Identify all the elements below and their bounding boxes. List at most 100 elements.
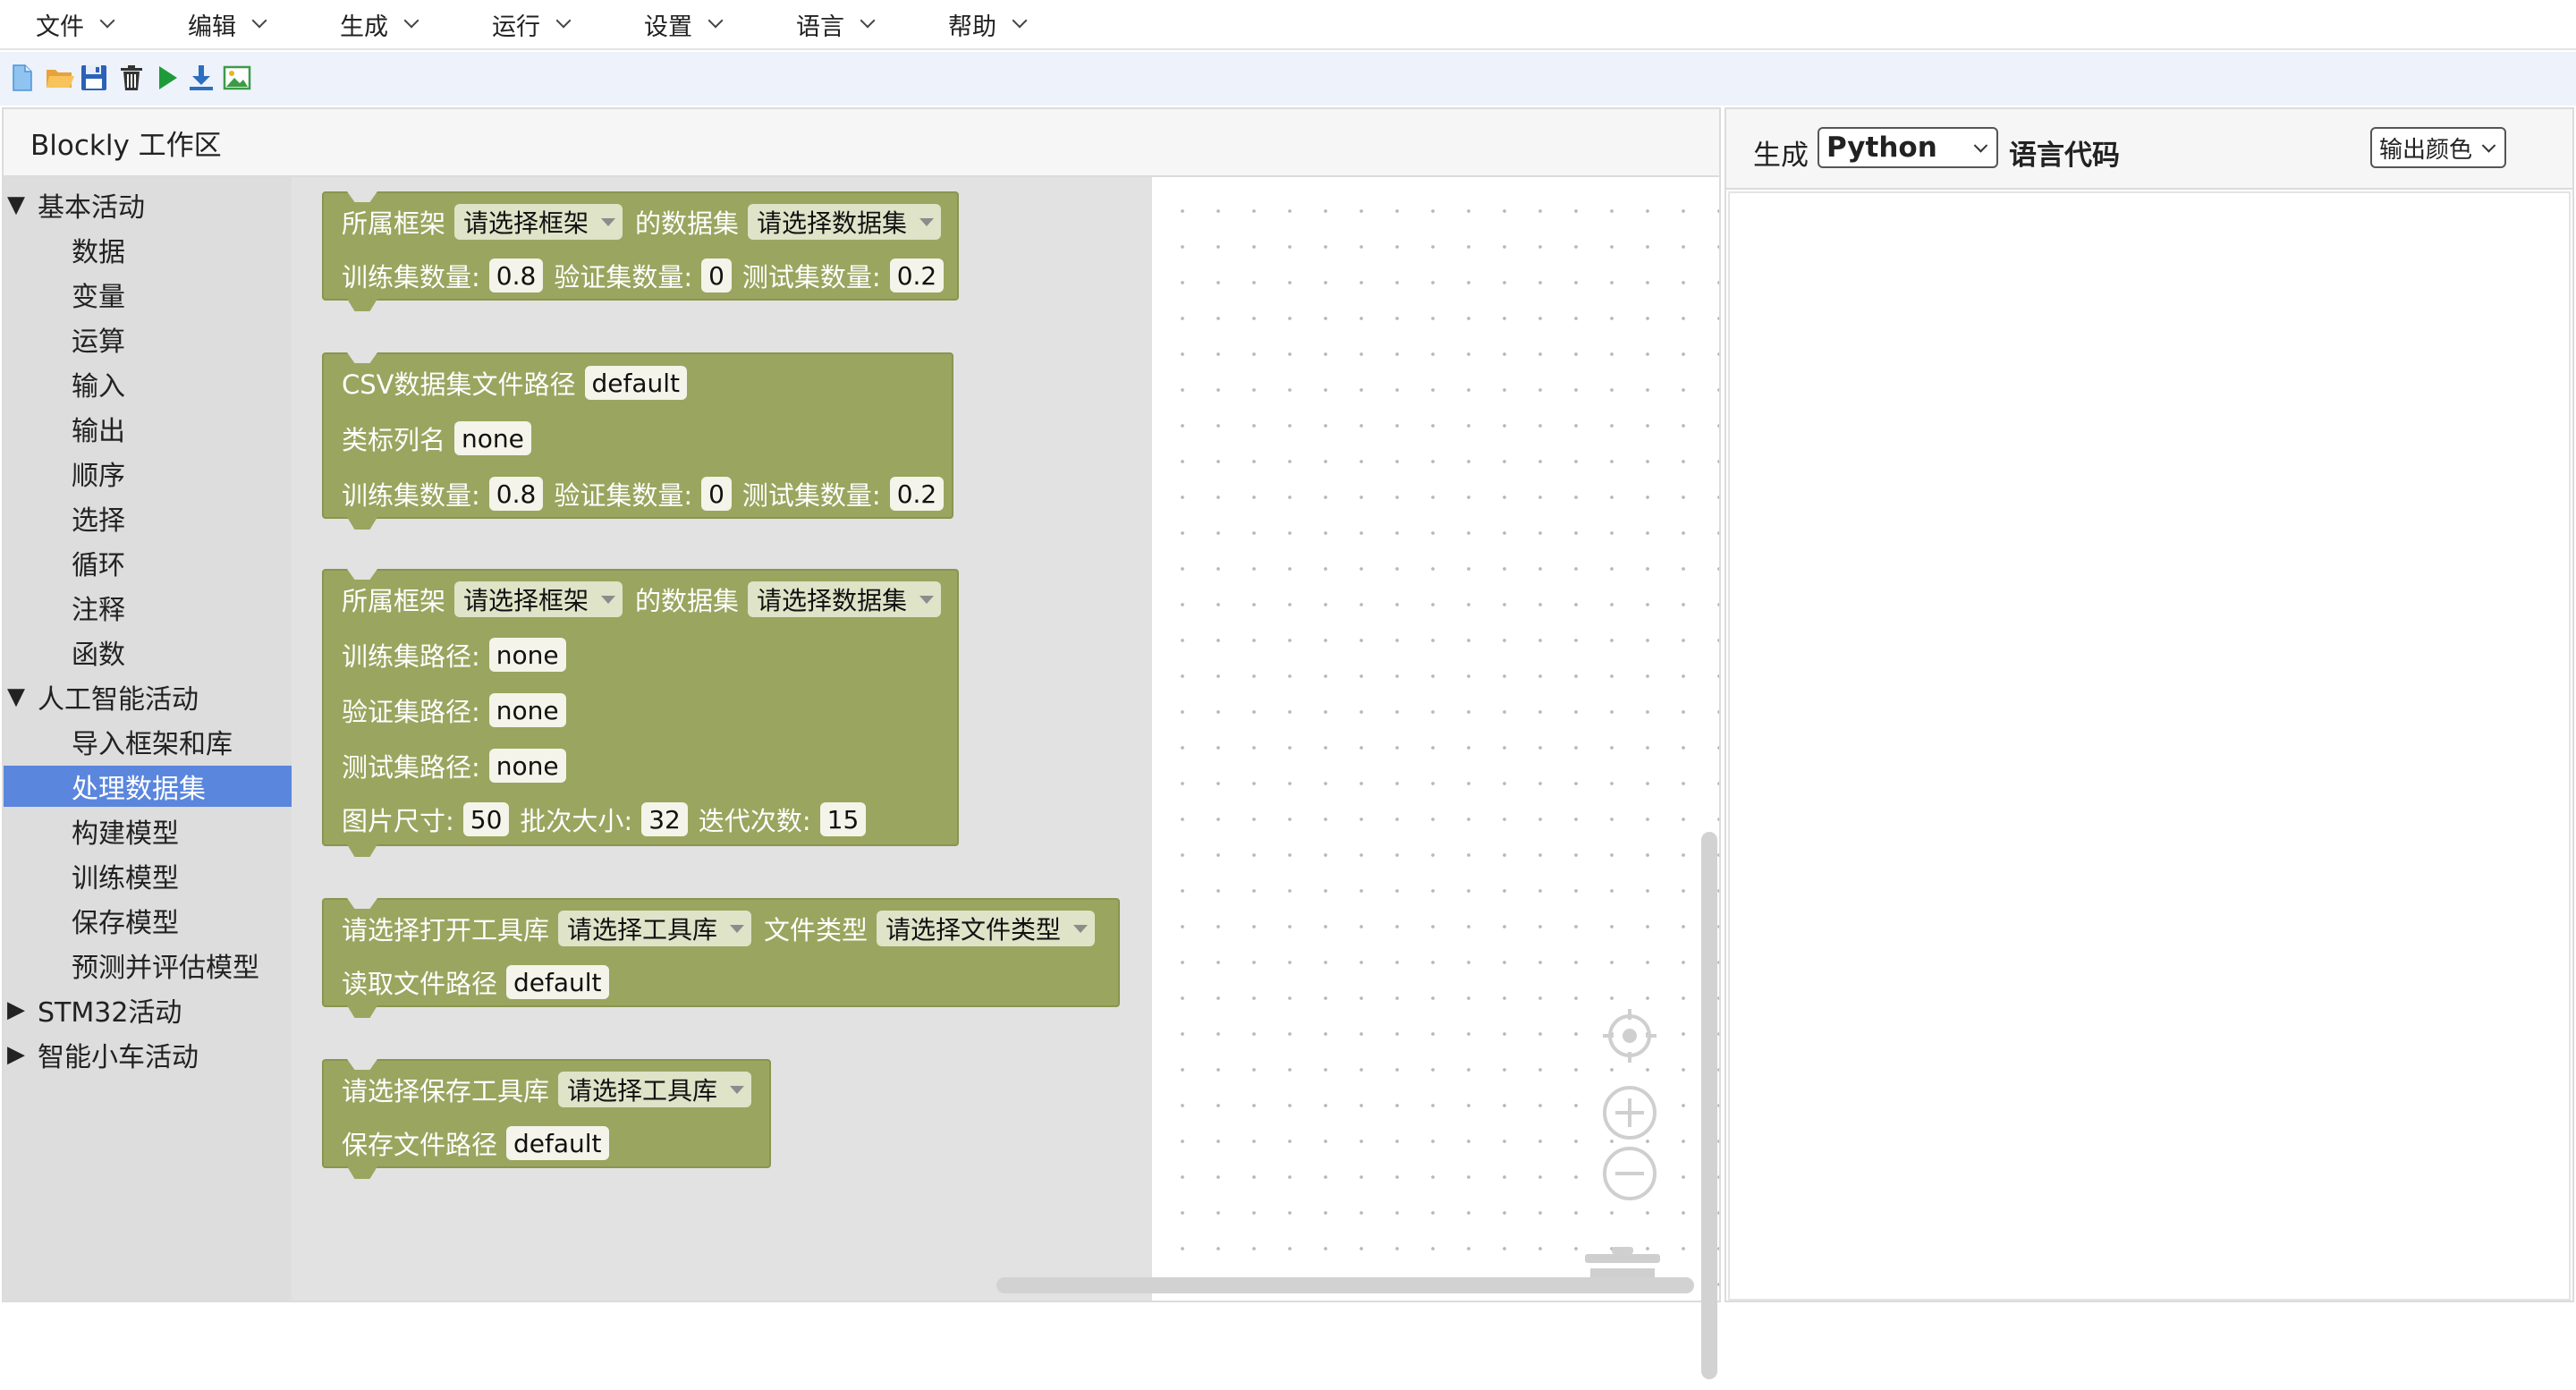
download-icon[interactable] <box>186 63 216 93</box>
block-label: 的数据集 <box>635 586 740 616</box>
test-ratio-field[interactable]: 0.2 <box>889 477 945 511</box>
framework-dropdown[interactable]: 请选择框架 <box>454 204 623 240</box>
dropdown-arrow-icon <box>601 217 616 226</box>
menu-help[interactable]: 帮助 <box>948 0 1028 48</box>
run-icon[interactable] <box>152 63 182 93</box>
block-row: 类标列名 none <box>342 419 542 458</box>
dataset-dropdown[interactable]: 请选择数据集 <box>748 581 942 617</box>
menu-label: 编辑 <box>188 13 236 41</box>
menu-generate[interactable]: 生成 <box>340 0 419 48</box>
open-folder-icon[interactable] <box>45 63 75 93</box>
block-label: 训练集路径: <box>342 641 480 672</box>
vertical-scrollbar[interactable] <box>1701 832 1717 1379</box>
block-label: 请选择打开工具库 <box>342 915 550 945</box>
export-image-icon[interactable] <box>222 63 252 93</box>
menu-language[interactable]: 语言 <box>796 0 876 48</box>
block-label: 测试集数量: <box>741 480 881 511</box>
save-path-field[interactable]: default <box>506 1126 609 1160</box>
category-variables[interactable]: 变量 <box>4 274 292 315</box>
category-input[interactable]: 输入 <box>4 363 292 404</box>
test-path-field[interactable]: none <box>488 749 566 783</box>
category-label: 输入 <box>72 371 125 403</box>
block-notch <box>347 1166 377 1179</box>
block-open-file[interactable]: 请选择打开工具库 请选择工具库 文件类型 请选择文件类型 读取文件路径 defa… <box>322 898 1120 1018</box>
block-label: 读取文件路径 <box>342 969 498 999</box>
toolbar <box>0 52 2576 106</box>
category-label: 输出 <box>72 416 125 447</box>
category-operations[interactable]: 运算 <box>4 318 292 360</box>
block-row: 所属框架 请选择框架 的数据集 请选择数据集 <box>342 202 953 242</box>
block-label: 验证集路径: <box>342 697 480 727</box>
category-save-model[interactable]: 保存模型 <box>4 900 292 941</box>
test-ratio-field[interactable]: 0.2 <box>889 259 945 292</box>
save-icon[interactable] <box>79 63 109 93</box>
category-process-dataset[interactable]: 处理数据集 <box>4 766 292 807</box>
block-flyout: 所属框架 请选择框架 的数据集 请选择数据集 训练集数量: 0.8 验证集数量:… <box>292 177 1152 1301</box>
category-label: 构建模型 <box>72 818 179 850</box>
horizontal-scrollbar[interactable] <box>996 1277 1694 1293</box>
language-select[interactable]: Python <box>1818 127 1998 168</box>
chevron-down-icon <box>99 13 115 29</box>
new-file-icon[interactable] <box>7 63 38 93</box>
category-selection[interactable]: 选择 <box>4 497 292 538</box>
open-library-dropdown[interactable]: 请选择工具库 <box>558 911 752 946</box>
category-function[interactable]: 函数 <box>4 631 292 673</box>
framework-dropdown[interactable]: 请选择框架 <box>454 581 623 617</box>
category-train-model[interactable]: 训练模型 <box>4 855 292 896</box>
delete-icon[interactable] <box>116 63 147 93</box>
category-predict-evaluate[interactable]: 预测并评估模型 <box>4 945 292 986</box>
category-basic[interactable]: ▼ 基本活动 <box>4 184 292 225</box>
generate-label: 生成 <box>1753 140 1809 172</box>
valid-ratio-field[interactable]: 0 <box>701 477 732 511</box>
block-save-file[interactable]: 请选择保存工具库 请选择工具库 保存文件路径 default <box>322 1059 771 1179</box>
category-data[interactable]: 数据 <box>4 229 292 270</box>
block-csv-dataset[interactable]: CSV数据集文件路径 default 类标列名 none 训练集数量: 0.8 … <box>322 352 953 530</box>
block-notch <box>347 517 377 530</box>
category-sequence[interactable]: 顺序 <box>4 453 292 494</box>
code-output-area[interactable] <box>1728 191 2571 1301</box>
category-output[interactable]: 输出 <box>4 408 292 449</box>
category-import-framework[interactable]: 导入框架和库 <box>4 721 292 762</box>
train-path-field[interactable]: none <box>488 638 566 672</box>
block-image-dataset[interactable]: 所属框架 请选择框架 的数据集 请选择数据集 训练集路径: none 验证集路径… <box>322 569 959 857</box>
zoom-in-icon[interactable] <box>1601 1084 1658 1141</box>
trash-icon[interactable] <box>1578 1136 1667 1288</box>
batch-size-field[interactable]: 32 <box>641 802 688 836</box>
image-size-field[interactable]: 50 <box>462 802 510 836</box>
block-row: 请选择保存工具库 请选择工具库 <box>342 1070 764 1109</box>
category-loop[interactable]: 循环 <box>4 542 292 583</box>
save-library-dropdown[interactable]: 请选择工具库 <box>558 1072 752 1107</box>
category-smart-car[interactable]: ▶ 智能小车活动 <box>4 1034 292 1075</box>
menu-run[interactable]: 运行 <box>492 0 572 48</box>
menu-settings[interactable]: 设置 <box>644 0 724 48</box>
panel-title: Blockly 工作区 <box>30 129 222 162</box>
train-ratio-field[interactable]: 0.8 <box>488 477 544 511</box>
category-stm32[interactable]: ▶ STM32活动 <box>4 989 292 1030</box>
valid-ratio-field[interactable]: 0 <box>701 259 732 292</box>
file-type-dropdown[interactable]: 请选择文件类型 <box>877 911 1096 946</box>
menu-file[interactable]: 文件 <box>36 0 115 48</box>
class-column-field[interactable]: none <box>454 421 531 455</box>
csv-path-field[interactable]: default <box>584 366 688 400</box>
dataset-dropdown[interactable]: 请选择数据集 <box>748 204 942 240</box>
train-ratio-field[interactable]: 0.8 <box>488 259 544 292</box>
category-ai[interactable]: ▼ 人工智能活动 <box>4 676 292 717</box>
menu-label: 生成 <box>340 13 388 41</box>
read-path-field[interactable]: default <box>506 965 609 999</box>
valid-path-field[interactable]: none <box>488 693 566 727</box>
dropdown-value: 请选择框架 <box>463 586 589 615</box>
menu-label: 运行 <box>492 13 540 41</box>
category-comment[interactable]: 注释 <box>4 587 292 628</box>
block-label: 测试集路径: <box>342 752 480 783</box>
epochs-field[interactable]: 15 <box>819 802 867 836</box>
dropdown-arrow-icon <box>919 595 935 604</box>
block-label: 训练集数量: <box>342 262 480 292</box>
block-row: 训练集路径: none <box>342 635 577 674</box>
block-label: 验证集数量: <box>554 480 693 511</box>
output-color-select[interactable]: 输出颜色 <box>2370 127 2506 168</box>
recenter-icon[interactable] <box>1601 1007 1658 1064</box>
category-build-model[interactable]: 构建模型 <box>4 810 292 852</box>
block-split-dataset[interactable]: 所属框架 请选择框架 的数据集 请选择数据集 训练集数量: 0.8 验证集数量:… <box>322 191 959 311</box>
menu-edit[interactable]: 编辑 <box>188 0 267 48</box>
dropdown-arrow-icon <box>601 595 616 604</box>
